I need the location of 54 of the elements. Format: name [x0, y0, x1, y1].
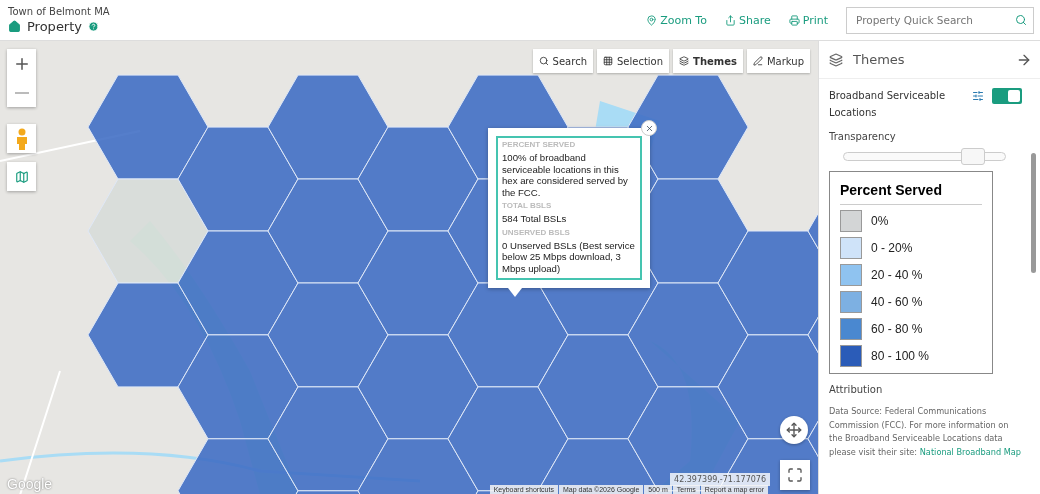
- search-field[interactable]: Property Quick Search: [846, 6, 1034, 34]
- zoom-out-button[interactable]: [7, 78, 36, 107]
- legend-label: 80 - 100 %: [871, 349, 930, 363]
- attribution-text: Data Source: Federal Communications Commission (FCC). For more information on the Broadband Serviceable Locations data please visit their site: National Broadband Map: [829, 405, 1022, 459]
- map-tool-button[interactable]: Themes: [673, 49, 743, 73]
- layers-icon: [829, 52, 843, 67]
- legend-title: Percent Served: [840, 182, 982, 205]
- legend-label: 40 - 60 %: [871, 295, 923, 309]
- minus-icon: [14, 91, 29, 94]
- fullscreen-icon: [787, 467, 803, 483]
- popup-label: TOTAL BSLS: [502, 201, 553, 210]
- help-icon[interactable]: [88, 21, 99, 32]
- attribution-link[interactable]: National Broadband Map: [919, 446, 1021, 457]
- map-type-button[interactable]: [7, 162, 36, 191]
- pin-icon: [646, 14, 658, 26]
- town-name: Town of Belmont MA: [8, 6, 111, 17]
- share-icon: [724, 14, 736, 26]
- popup-value: 584 Total BSLs: [502, 213, 568, 225]
- fullscreen-button[interactable]: [780, 460, 810, 490]
- popup-label: UNSERVED BSLS: [502, 227, 571, 237]
- header-action-link[interactable]: Zoom To: [646, 13, 707, 27]
- popup-value: 100% of broadband serviceable locations in this hex are considered served by the FCC.: [502, 152, 629, 198]
- legend-label: 0 - 20%: [871, 241, 913, 255]
- map-tool-button[interactable]: Selection: [596, 49, 670, 73]
- page-title: Property: [27, 19, 82, 34]
- layer-name: Broadband Serviceable Locations: [829, 89, 947, 120]
- panel-title: Themes: [853, 52, 906, 67]
- settings-icon[interactable]: [972, 90, 984, 102]
- street-view-button[interactable]: [7, 124, 36, 153]
- legend-label: 20 - 40 %: [871, 268, 923, 282]
- grid-icon: [602, 56, 613, 66]
- layer-toggle[interactable]: [992, 88, 1022, 104]
- pen-icon: [752, 56, 763, 66]
- search-icon[interactable]: [1015, 14, 1027, 26]
- search-icon: [538, 56, 549, 66]
- header-action-link[interactable]: Print: [788, 13, 828, 27]
- popup-value: 0 Unserved BSLs (Best service below 25 Mbps download, 3 Mbps upload): [502, 239, 636, 274]
- pegman-icon: [14, 127, 29, 150]
- map-icon: [14, 169, 29, 184]
- map-tool-button[interactable]: Markup: [746, 49, 810, 73]
- pan-arrows-icon: [786, 422, 802, 438]
- header-action-link[interactable]: Share: [724, 13, 771, 27]
- zoom-in-button[interactable]: [7, 49, 36, 78]
- transparency-label: Transparency: [829, 131, 897, 142]
- home-icon: [8, 20, 21, 33]
- map-tool-button[interactable]: Search: [532, 49, 593, 73]
- slider-thumb[interactable]: [960, 148, 985, 165]
- attribution-title: Attribution: [829, 384, 884, 395]
- close-icon: [644, 123, 654, 133]
- legend-label: 60 - 80 %: [871, 322, 923, 336]
- legend-label: 0%: [871, 214, 889, 228]
- layers-icon: [679, 56, 690, 66]
- print-icon: [788, 14, 800, 26]
- popup-label: PERCENT SERVED: [502, 140, 577, 149]
